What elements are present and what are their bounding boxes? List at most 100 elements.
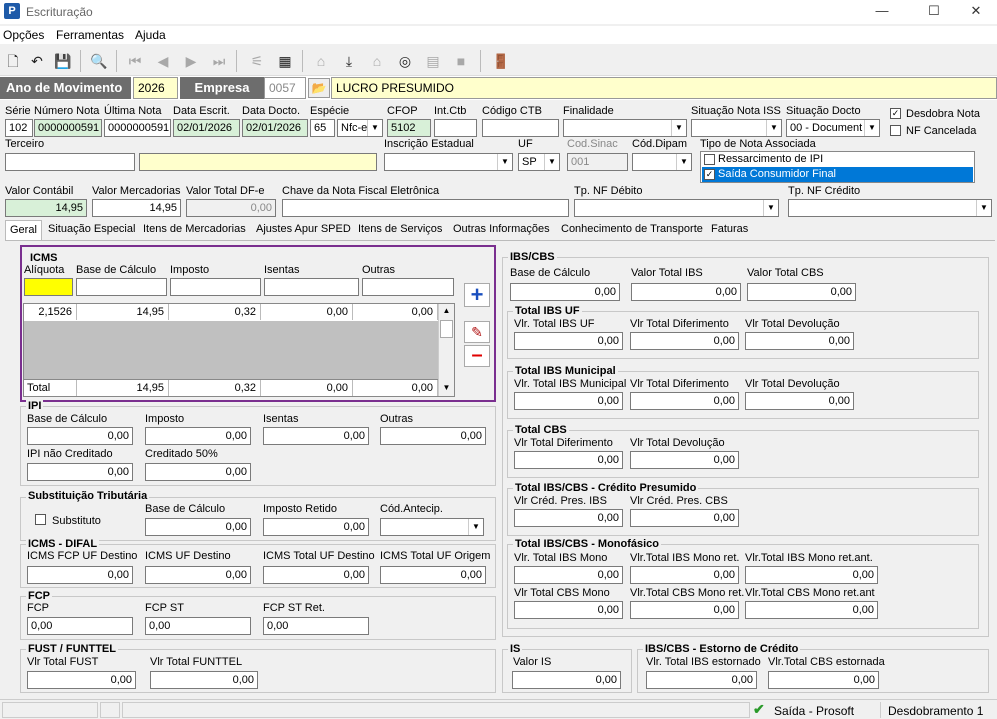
add-icon[interactable]: +: [464, 283, 490, 307]
mono-e-input[interactable]: 0,00: [630, 601, 739, 619]
scroll-thumb[interactable]: [440, 320, 453, 338]
especie-select[interactable]: Nfc-e ▼: [337, 119, 383, 137]
valor-mercadorias-input[interactable]: 14,95: [92, 199, 181, 217]
icms-grid-row[interactable]: 2,1526 14,95 0,32 0,00 0,00: [24, 304, 438, 321]
funttel-input[interactable]: 0,00: [150, 671, 258, 689]
tab-conhecimento-transporte[interactable]: Conhecimento de Transporte: [557, 220, 707, 240]
empresa-code[interactable]: 0057: [264, 77, 306, 99]
remove-icon[interactable]: –: [464, 345, 490, 367]
terceiro-name-input[interactable]: [139, 153, 377, 171]
ibsuf-a-input[interactable]: 0,00: [514, 332, 623, 350]
cbs-b-input[interactable]: 0,00: [630, 451, 739, 469]
exit-door-icon[interactable]: 🚪: [490, 50, 512, 72]
cod-dipam-select[interactable]: ▼: [632, 153, 692, 171]
edit-pencil-icon[interactable]: ✎: [464, 321, 490, 343]
ipi-imposto-input[interactable]: 0,00: [145, 427, 251, 445]
fcp-st-ret-input[interactable]: 0,00: [263, 617, 369, 635]
menu-ferramentas[interactable]: Ferramentas: [56, 28, 124, 42]
serie-input[interactable]: 102: [5, 119, 33, 137]
ipi-outras-input[interactable]: 0,00: [380, 427, 486, 445]
fust-input[interactable]: 0,00: [27, 671, 136, 689]
ano-input[interactable]: 2026: [133, 77, 178, 99]
open-folder-icon[interactable]: 📂: [308, 78, 330, 98]
finalidade-select[interactable]: ▼: [563, 119, 687, 137]
difal-fcp-input[interactable]: 0,00: [27, 566, 133, 584]
ipi-base-input[interactable]: 0,00: [27, 427, 133, 445]
tab-itens-servicos[interactable]: Itens de Serviços: [354, 220, 446, 240]
chave-nfe-input[interactable]: [282, 199, 569, 217]
int-ctb-input[interactable]: [434, 119, 477, 137]
difal-ufd-input[interactable]: 0,00: [145, 566, 251, 584]
tipo-nota-associada-list[interactable]: Ressarcimento de IPI ✓ Saída Consumidor …: [700, 151, 975, 183]
situacao-docto-select[interactable]: 00 - Document ▼: [786, 119, 880, 137]
save-icon[interactable]: 💾: [52, 50, 74, 72]
last-record-icon[interactable]: ⏭: [208, 50, 230, 72]
fcp-st-input[interactable]: 0,00: [145, 617, 251, 635]
menu-ajuda[interactable]: Ajuda: [135, 28, 166, 42]
download-icon[interactable]: ⤓: [338, 50, 360, 72]
ibsuf-c-input[interactable]: 0,00: [745, 332, 854, 350]
codigo-ctb-input[interactable]: [482, 119, 559, 137]
ibsmun-c-input[interactable]: 0,00: [745, 392, 854, 410]
estorno-b-input[interactable]: 0,00: [768, 671, 879, 689]
cfop-input[interactable]: 5102: [387, 119, 431, 137]
ibsmun-b-input[interactable]: 0,00: [630, 392, 739, 410]
next-record-icon[interactable]: ▶: [180, 50, 202, 72]
square-icon[interactable]: ■: [450, 50, 472, 72]
icms-isentas-input[interactable]: [264, 278, 359, 296]
icms-outras-input[interactable]: [362, 278, 454, 296]
data-escrit-input[interactable]: 02/01/2026: [173, 119, 240, 137]
undo-icon[interactable]: ↶: [26, 50, 48, 72]
first-record-icon[interactable]: ⏮: [124, 50, 146, 72]
tree-icon[interactable]: ⚟: [246, 50, 268, 72]
saida-consumidor-checkbox[interactable]: ✓: [704, 169, 715, 180]
ipi-isentas-input[interactable]: 0,00: [263, 427, 369, 445]
situacao-iss-select[interactable]: ▼: [691, 119, 782, 137]
cbs-a-input[interactable]: 0,00: [514, 451, 623, 469]
export-icon[interactable]: ▤: [422, 50, 444, 72]
ultima-nota-input[interactable]: 0000000591: [104, 119, 171, 137]
minimize-button[interactable]: —: [859, 0, 905, 24]
ipi-nao-creditado-input[interactable]: 0,00: [27, 463, 133, 481]
estorno-a-input[interactable]: 0,00: [646, 671, 757, 689]
ibsmun-a-input[interactable]: 0,00: [514, 392, 623, 410]
numero-nota-input[interactable]: 0000000591: [34, 119, 102, 137]
st-base-input[interactable]: 0,00: [145, 518, 251, 536]
prev-record-icon[interactable]: ◀: [152, 50, 174, 72]
calculator-icon[interactable]: ▦: [274, 50, 296, 72]
mono-c-input[interactable]: 0,00: [745, 566, 878, 584]
icms-base-input[interactable]: [76, 278, 167, 296]
cpres-b-input[interactable]: 0,00: [630, 509, 739, 527]
ibscbs-ibs-input[interactable]: 0,00: [631, 283, 741, 301]
substituto-checkbox[interactable]: [35, 514, 46, 525]
ibscbs-base-input[interactable]: 0,00: [510, 283, 620, 301]
mono-d-input[interactable]: 0,00: [514, 601, 623, 619]
cod-sinac-input[interactable]: 001: [567, 153, 628, 171]
uf-select[interactable]: SP ▼: [518, 153, 560, 171]
cpres-a-input[interactable]: 0,00: [514, 509, 623, 527]
inscricao-estadual-select[interactable]: ▼: [384, 153, 513, 171]
building-icon[interactable]: ⌂: [310, 50, 332, 72]
especie-code-input[interactable]: 65: [310, 119, 335, 137]
tab-situacao-especial[interactable]: Situação Especial: [44, 220, 139, 240]
mono-b-input[interactable]: 0,00: [630, 566, 739, 584]
desdobra-nota-checkbox[interactable]: ✓: [890, 108, 901, 119]
close-button[interactable]: ✕: [953, 0, 997, 24]
tp-nf-debito-select[interactable]: ▼: [574, 199, 779, 217]
nf-cancelada-checkbox[interactable]: [890, 125, 901, 136]
new-file-icon[interactable]: 🗋: [2, 50, 24, 72]
tp-nf-credito-select[interactable]: ▼: [788, 199, 992, 217]
fcp-input[interactable]: 0,00: [27, 617, 133, 635]
icms-aliquota-input[interactable]: [24, 278, 73, 296]
scroll-up-icon[interactable]: ▲: [439, 304, 454, 318]
ressarcimento-ipi-checkbox[interactable]: [704, 154, 715, 165]
ibsuf-b-input[interactable]: 0,00: [630, 332, 739, 350]
ipi-creditado-50-input[interactable]: 0,00: [145, 463, 251, 481]
tab-itens-mercadorias[interactable]: Itens de Mercadorias: [139, 220, 250, 240]
st-retido-input[interactable]: 0,00: [263, 518, 369, 536]
tab-geral[interactable]: Geral: [5, 220, 42, 241]
icms-grid-scrollbar[interactable]: ▲ ▼: [438, 304, 454, 396]
cd-icon[interactable]: ◎: [394, 50, 416, 72]
icms-imposto-input[interactable]: [170, 278, 261, 296]
st-antecip-select[interactable]: ▼: [380, 518, 484, 536]
